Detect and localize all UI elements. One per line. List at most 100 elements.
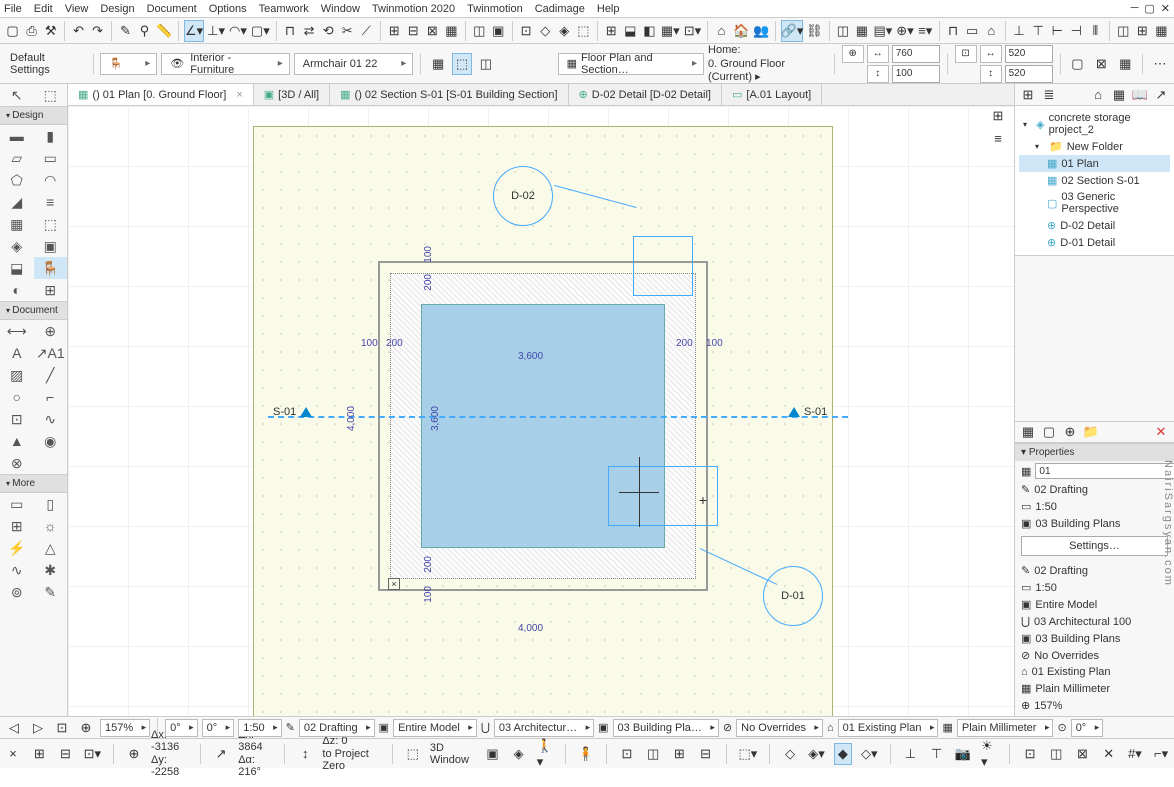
cb-s1-icon[interactable]: ◇	[781, 743, 799, 765]
cb-grid1-icon[interactable]: ⊞	[30, 743, 48, 765]
cb-dist-icon[interactable]: ↗	[212, 743, 230, 765]
c3-icon[interactable]: ⊢	[1049, 20, 1066, 42]
angle2[interactable]: 0°	[202, 719, 235, 737]
cb-v2-icon[interactable]: ◫	[644, 743, 662, 765]
person-icon[interactable]: 🏠	[732, 20, 750, 42]
cb-walk-icon[interactable]: 🚶▾	[536, 743, 554, 765]
t10-icon[interactable]: ⬚	[575, 20, 592, 42]
ql-override[interactable]: ⊘No Overrides	[1015, 647, 1174, 664]
tab-layout[interactable]: ▭[A.01 Layout]	[722, 84, 822, 105]
act3-icon[interactable]: ⊕	[1061, 423, 1079, 441]
object-tool-icon[interactable]: 🪑	[34, 257, 68, 279]
t7-icon[interactable]: ⊡	[518, 20, 535, 42]
cb-cube-icon[interactable]: ▣	[483, 743, 501, 765]
width-icon[interactable]: ↔	[867, 45, 889, 63]
t2-icon[interactable]: ⊟	[405, 20, 422, 42]
mode-section-icon[interactable]: ◫	[476, 53, 496, 75]
cb-s2-icon[interactable]: ◈▾	[807, 743, 826, 765]
lock1-icon[interactable]: ▢	[1067, 53, 1087, 75]
chain-icon[interactable]: ⛓	[805, 20, 824, 42]
fav-icon[interactable]: ▤▾	[872, 20, 893, 42]
hotspot-tool-icon[interactable]: ∿	[34, 408, 68, 430]
cb-r1-icon[interactable]: ⊥	[901, 743, 919, 765]
t12-icon[interactable]: ⬓	[622, 20, 639, 42]
flip-icon[interactable]: ⇄	[301, 20, 318, 42]
lamp-tool-icon[interactable]: ◐	[0, 279, 34, 301]
m10-icon[interactable]: ✎	[34, 581, 68, 603]
door-icon[interactable]: ⊓	[281, 20, 298, 42]
figure-tool-icon[interactable]: ▲	[0, 430, 34, 452]
team-icon[interactable]: 👥	[752, 20, 770, 42]
cb-x-icon[interactable]: ×	[4, 743, 22, 765]
t4-icon[interactable]: ▦	[443, 20, 460, 42]
extra-icon[interactable]: ⋯	[1150, 53, 1170, 75]
t15-icon[interactable]: ⊡▾	[683, 20, 702, 42]
tab-3d[interactable]: ▣[3D / All]	[254, 84, 330, 105]
tree-d01[interactable]: ⊕D-01 Detail	[1019, 234, 1170, 251]
circle-tool-icon[interactable]: ○	[0, 386, 34, 408]
more-section-header[interactable]: More	[0, 474, 67, 493]
height-input[interactable]	[892, 65, 940, 83]
beam-tool-icon[interactable]: ▭	[34, 147, 68, 169]
home-icon[interactable]: ⌂	[713, 20, 730, 42]
act2-icon[interactable]: ▢	[1040, 423, 1058, 441]
cb-persp-icon[interactable]: ◈	[510, 743, 528, 765]
new-icon[interactable]: ▢	[4, 20, 21, 42]
m5-icon[interactable]: ⚡	[0, 537, 34, 559]
sb-fit-icon[interactable]: ⊡	[52, 718, 72, 738]
tree-section[interactable]: ▦02 Section S-01	[1019, 172, 1170, 189]
cb-g6-icon[interactable]: ⌐▾	[1152, 743, 1170, 765]
mesh-tool-icon[interactable]: ◢	[0, 191, 34, 213]
cb-cam-icon[interactable]: 📷	[954, 743, 972, 765]
menu-teamwork[interactable]: Teamwork	[259, 3, 309, 15]
sb-plans[interactable]: 03 Building Pla…	[613, 719, 719, 737]
cb-person-icon[interactable]: 🧍	[577, 743, 595, 765]
prop-row-scale[interactable]: ▭1:50	[1015, 498, 1174, 515]
menu-design[interactable]: Design	[100, 3, 134, 15]
measure-icon[interactable]: ⟋	[358, 20, 375, 42]
t9-icon[interactable]: ◈	[556, 20, 573, 42]
y-icon[interactable]: ↕	[980, 65, 1002, 83]
c4-icon[interactable]: ⊣	[1068, 20, 1085, 42]
tree-perspective[interactable]: ▢03 Generic Perspective	[1019, 189, 1170, 217]
door-tool-icon[interactable]: ⬓	[0, 257, 34, 279]
floorplan-section-selector[interactable]: ▦ Floor Plan and Section…	[558, 53, 704, 75]
obj-icon[interactable]: ◫	[834, 20, 851, 42]
wall-tool-icon[interactable]: ▬	[0, 125, 34, 147]
t8-icon[interactable]: ◇	[537, 20, 554, 42]
settings-button[interactable]: Settings…	[1021, 536, 1168, 556]
more2-icon[interactable]: ≡▾	[917, 20, 934, 42]
menu-file[interactable]: File	[4, 3, 22, 15]
ruler-icon[interactable]: 📏	[155, 20, 173, 42]
t1-icon[interactable]: ⊞	[386, 20, 403, 42]
sb-model[interactable]: Entire Model	[393, 719, 477, 737]
tree-root[interactable]: ▾◈concrete storage project_2	[1019, 110, 1170, 138]
m3-icon[interactable]: ⊞	[0, 515, 34, 537]
skylight-tool-icon[interactable]: ⊞	[34, 279, 68, 301]
tab-detail[interactable]: ⊕D-02 Detail [D-02 Detail]	[569, 84, 722, 105]
t13-icon[interactable]: ◧	[641, 20, 658, 42]
menu-view[interactable]: View	[65, 3, 89, 15]
wall-icon[interactable]: ⊓	[945, 20, 962, 42]
arrow-tool-icon[interactable]: ↖	[0, 84, 34, 106]
cb-snap-icon[interactable]: ⊡▾	[83, 743, 102, 765]
nav1-icon[interactable]: ⊞	[988, 106, 1008, 126]
menu-cadimage[interactable]: Cadimage	[535, 3, 585, 15]
sb-left-icon[interactable]: ◁	[4, 718, 24, 738]
roof-icon[interactable]: ⌂	[983, 20, 1000, 42]
prop-row-plans[interactable]: ▣03 Building Plans	[1015, 515, 1174, 532]
nav-home-icon[interactable]: ⌂	[1089, 86, 1107, 104]
m4-icon[interactable]: ☼	[34, 515, 68, 537]
c2-icon[interactable]: ⊤	[1030, 20, 1047, 42]
c6-icon[interactable]: ◫	[1115, 20, 1132, 42]
cb-g5-icon[interactable]: #▾	[1126, 743, 1144, 765]
nav-layers-icon[interactable]: ≣	[1040, 86, 1058, 104]
t11-icon[interactable]: ⊞	[603, 20, 620, 42]
sb-right-icon[interactable]: ▷	[28, 718, 48, 738]
width-input[interactable]	[892, 45, 940, 63]
nav-view-icon[interactable]: ▦	[1110, 86, 1128, 104]
slab-tool-icon[interactable]: ▱	[0, 147, 34, 169]
cb-s4-icon[interactable]: ◇▾	[860, 743, 879, 765]
lib-icon[interactable]: ▦	[853, 20, 870, 42]
y-input[interactable]	[1005, 65, 1053, 83]
